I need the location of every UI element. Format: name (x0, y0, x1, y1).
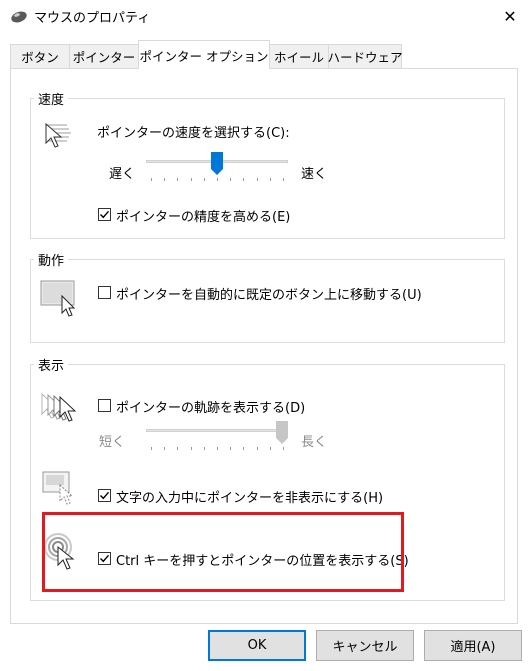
trails-slider[interactable] (146, 419, 288, 455)
slider-tick (257, 178, 258, 181)
highlight-annotation (42, 512, 404, 592)
tab-pointer-options[interactable]: ポインター オプション (138, 40, 270, 69)
close-button[interactable]: ✕ (492, 2, 528, 30)
slider-tick (151, 178, 152, 181)
ok-button[interactable]: OK (208, 630, 306, 661)
check-icon (100, 491, 110, 500)
slow-label: 遅く (109, 167, 136, 182)
tab-wheel[interactable]: ホイール (269, 44, 329, 68)
slider-tick (243, 447, 244, 450)
slider-tick (230, 178, 231, 181)
trails-checkbox[interactable] (98, 399, 111, 412)
slider-tick (204, 178, 205, 181)
slider-tick (177, 447, 178, 450)
hide-pointer-icon (42, 471, 80, 507)
slider-tick (283, 447, 284, 450)
tab-label: ホイール (273, 50, 324, 65)
tab-label: ハードウェア (327, 50, 403, 65)
slider-tick (257, 447, 258, 450)
slider-tick (217, 447, 218, 450)
slider-tick (217, 178, 218, 181)
snapto-label: ポインターを自動的に既定のボタン上に移動する(U) (116, 288, 422, 303)
speed-slider[interactable] (146, 150, 288, 186)
visibility-legend: 表示 (34, 355, 69, 374)
long-label: 長く (301, 435, 328, 450)
slider-tick (164, 178, 165, 181)
tab-label: ポインター オプション (139, 48, 269, 64)
tab-buttons[interactable]: ボタン (10, 44, 70, 68)
check-icon (100, 210, 110, 219)
slider-tick (270, 178, 271, 181)
hide-while-typing-checkbox[interactable] (98, 489, 111, 502)
apply-button[interactable]: 適用(A) (424, 630, 522, 661)
fast-label: 速く (301, 167, 328, 182)
tab-hardware[interactable]: ハードウェア (327, 44, 403, 68)
speed-slider-thumb[interactable] (211, 152, 223, 176)
hide-while-typing-label: 文字の入力中にポインターを非表示にする(H) (116, 491, 384, 506)
mouse-icon (10, 9, 28, 23)
close-icon: ✕ (503, 6, 517, 26)
snap-legend: 動作 (34, 250, 69, 269)
slider-tick (191, 178, 192, 181)
cancel-button[interactable]: キャンセル (316, 630, 414, 661)
pointer-trails-icon (40, 392, 82, 424)
trails-label: ポインターの軌跡を表示する(D) (116, 401, 306, 416)
snapto-checkbox[interactable] (98, 286, 111, 299)
pointer-speed-icon (43, 121, 77, 151)
tab-label: ポインター (72, 50, 136, 65)
trails-slider-thumb[interactable] (276, 421, 288, 445)
slider-tick (191, 447, 192, 450)
motion-legend: 速度 (34, 89, 69, 108)
snap-to-icon (40, 280, 82, 318)
slider-tick (270, 447, 271, 450)
slider-tick (230, 447, 231, 450)
tab-label: ボタン (21, 50, 59, 65)
slider-tick (151, 447, 152, 450)
speed-label: ポインターの速度を選択する(C): (97, 126, 290, 141)
slider-tick (164, 447, 165, 450)
trails-slider-track (146, 429, 288, 432)
short-label: 短く (99, 435, 126, 450)
precision-checkbox[interactable] (98, 208, 111, 221)
slider-tick (243, 178, 244, 181)
slider-tick (283, 178, 284, 181)
slider-tick (177, 178, 178, 181)
precision-label: ポインターの精度を高める(E) (116, 210, 291, 225)
tab-pointers[interactable]: ポインター (69, 44, 139, 68)
window-title: マウスのプロパティ (34, 11, 151, 26)
slider-tick (204, 447, 205, 450)
